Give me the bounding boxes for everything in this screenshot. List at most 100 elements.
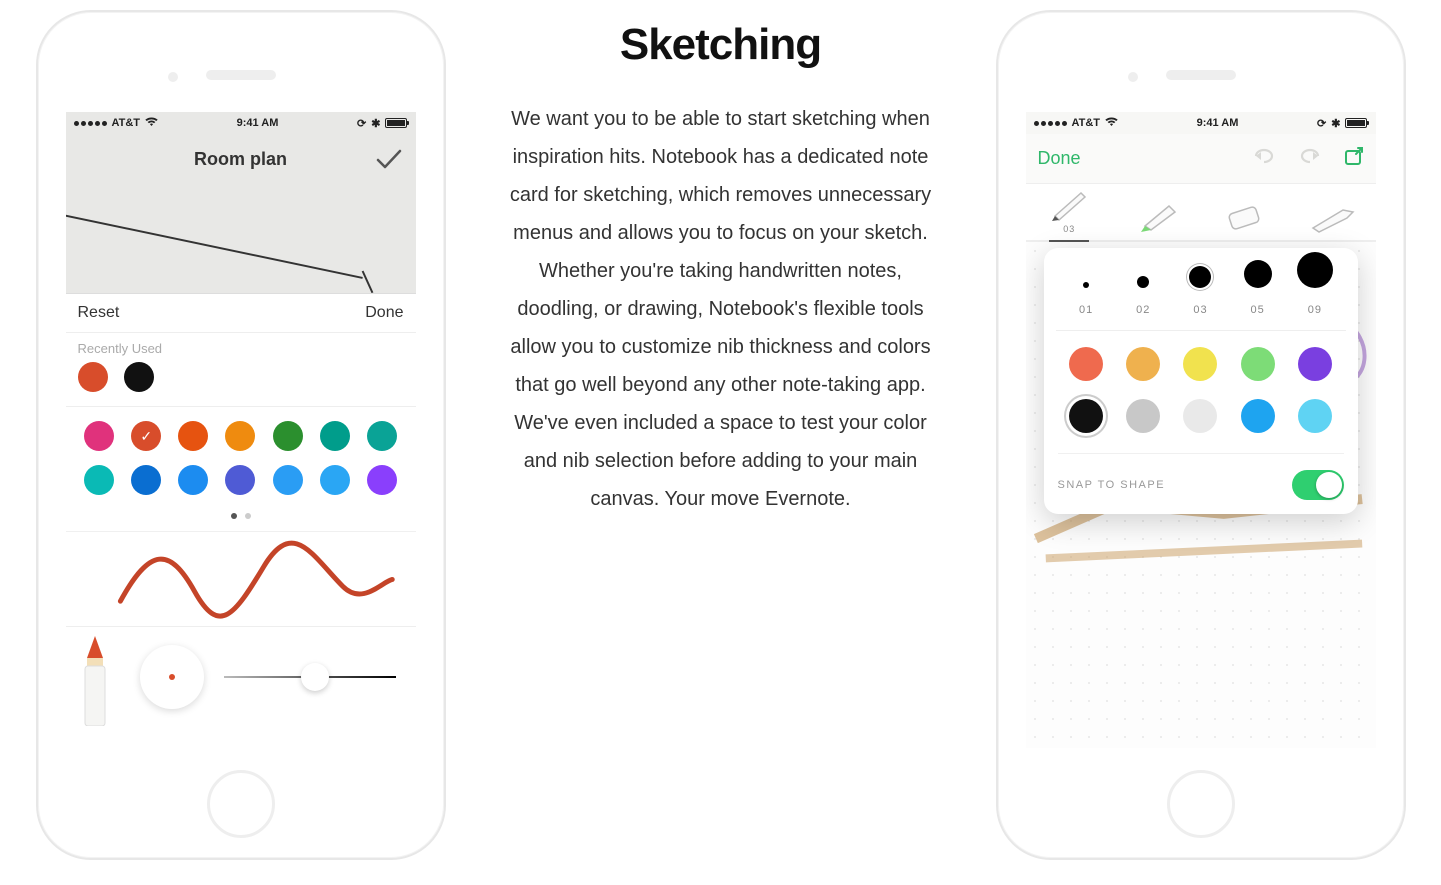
pencil-tool[interactable]: 03 <box>1039 188 1099 234</box>
feature-paragraph: We want you to be able to start sketchin… <box>506 100 936 518</box>
phone-screen-right: AT&T 9:41 AM ⟳ ✱ Done <box>1026 112 1376 748</box>
tool-size-label: 03 <box>1063 224 1075 234</box>
home-button[interactable] <box>207 770 275 838</box>
palette-color-swatch[interactable] <box>367 421 397 451</box>
brush-size-label: 03 <box>1193 304 1207 316</box>
feature-description: Sketching We want you to be able to star… <box>506 10 936 518</box>
brush-size-label: 09 <box>1308 304 1322 316</box>
brush-size-dot-icon <box>1137 276 1149 288</box>
phone-bezel-top <box>38 12 444 112</box>
palette-color-swatch[interactable] <box>178 465 208 495</box>
highlighter-tool[interactable] <box>1127 200 1187 234</box>
palette-color-swatch[interactable] <box>84 465 114 495</box>
brush-size-option[interactable]: 01 <box>1062 282 1110 316</box>
recent-color-swatch[interactable] <box>124 362 154 392</box>
brush-color-swatch[interactable] <box>1126 399 1160 433</box>
selected-check-icon: ✓ <box>140 428 152 445</box>
palette-row: ✓ <box>76 421 406 451</box>
palette-color-swatch[interactable] <box>225 465 255 495</box>
palette-color-swatch[interactable] <box>273 421 303 451</box>
pen-tool[interactable] <box>1302 204 1362 234</box>
sketch-canvas[interactable]: ? 0102030509 SNAP TO SHAPE <box>1026 242 1376 748</box>
phone-screen-left: AT&T 9:41 AM ⟳ ✱ Room plan <box>66 112 416 748</box>
brush-settings-popover: 0102030509 SNAP TO SHAPE <box>1044 248 1358 514</box>
brush-color-swatch[interactable] <box>1241 399 1275 433</box>
done-button[interactable]: Done <box>365 304 403 322</box>
brush-color-row <box>1058 347 1344 381</box>
brush-size-option[interactable]: 02 <box>1119 276 1167 316</box>
nib-dot-icon <box>169 674 175 680</box>
brush-size-label: 01 <box>1079 304 1093 316</box>
feature-heading: Sketching <box>506 20 936 70</box>
palette-color-swatch[interactable] <box>225 421 255 451</box>
phone-bezel-top <box>998 12 1404 112</box>
recent-color-swatch[interactable] <box>78 362 108 392</box>
pencil-tool-icon[interactable] <box>70 627 120 726</box>
bluetooth-icon: ✱ <box>1331 117 1340 130</box>
confirm-check-icon[interactable] <box>376 148 402 177</box>
palette-color-swatch[interactable] <box>178 421 208 451</box>
note-title: Room plan <box>194 149 287 170</box>
brush-color-swatch[interactable] <box>1298 399 1332 433</box>
carrier-label: AT&T <box>1072 117 1101 129</box>
clock-label: 9:41 AM <box>1197 117 1239 129</box>
phone-camera-dot <box>168 72 178 82</box>
status-bar: AT&T 9:41 AM ⟳ ✱ <box>66 112 416 134</box>
brush-size-dot-icon <box>1189 266 1211 288</box>
brush-size-label: 05 <box>1251 304 1265 316</box>
home-button[interactable] <box>1167 770 1235 838</box>
recently-used-label: Recently Used <box>66 333 416 358</box>
bluetooth-icon: ✱ <box>371 117 380 130</box>
brush-size-option[interactable]: 05 <box>1234 260 1282 316</box>
wifi-icon <box>145 117 158 130</box>
brush-color-swatch[interactable] <box>1183 347 1217 381</box>
reset-button[interactable]: Reset <box>78 304 120 322</box>
brush-size-dot-icon <box>1244 260 1272 288</box>
palette-color-swatch[interactable] <box>320 465 350 495</box>
undo-icon[interactable] <box>1252 147 1276 171</box>
palette-color-swatch[interactable] <box>320 421 350 451</box>
brush-color-swatch[interactable] <box>1183 399 1217 433</box>
brush-size-option[interactable]: 09 <box>1291 252 1339 316</box>
note-title-bar: Room plan <box>66 134 416 184</box>
brush-color-swatch[interactable] <box>1069 347 1103 381</box>
palette-row <box>76 465 406 495</box>
export-icon[interactable] <box>1344 146 1364 172</box>
recently-used-row <box>66 358 416 407</box>
brush-color-swatch[interactable] <box>1126 347 1160 381</box>
palette-color-swatch[interactable]: ✓ <box>131 421 161 451</box>
brush-size-option[interactable]: 03 <box>1176 266 1224 316</box>
nib-size-preview[interactable] <box>140 645 204 709</box>
signal-icon <box>74 121 107 126</box>
brush-color-swatch[interactable] <box>1298 347 1332 381</box>
palette-color-swatch[interactable] <box>84 421 114 451</box>
slider-knob[interactable] <box>301 663 329 691</box>
palette-color-swatch[interactable] <box>273 465 303 495</box>
brush-color-swatch[interactable] <box>1241 347 1275 381</box>
battery-icon <box>385 118 407 128</box>
sketch-canvas-preview[interactable] <box>66 184 416 294</box>
phone-speaker <box>206 70 276 80</box>
clock-label: 9:41 AM <box>237 117 279 129</box>
signal-icon <box>1034 121 1067 126</box>
nib-tools-row <box>66 626 416 726</box>
redo-icon[interactable] <box>1298 147 1322 171</box>
nib-size-slider[interactable] <box>224 676 396 678</box>
brush-size-dot-icon <box>1297 252 1333 288</box>
snap-to-shape-toggle[interactable] <box>1292 470 1344 500</box>
phone-mockup-left: AT&T 9:41 AM ⟳ ✱ Room plan <box>36 10 446 860</box>
stroke-test-area[interactable] <box>66 531 416 626</box>
sketch-tool-bar: 03 <box>1026 184 1376 242</box>
brush-color-swatch[interactable] <box>1069 399 1103 433</box>
brush-size-dot-icon <box>1083 282 1089 288</box>
status-bar: AT&T 9:41 AM ⟳ ✱ <box>1026 112 1376 134</box>
done-button[interactable]: Done <box>1038 148 1081 169</box>
eraser-tool[interactable] <box>1214 204 1274 234</box>
wifi-icon <box>1105 117 1118 130</box>
battery-icon <box>1345 118 1367 128</box>
brush-color-row <box>1058 399 1344 433</box>
palette-color-swatch[interactable] <box>131 465 161 495</box>
palette-color-swatch[interactable] <box>367 465 397 495</box>
sketch-nav-bar: Done <box>1026 134 1376 184</box>
palette-page-dots[interactable] <box>76 509 406 525</box>
